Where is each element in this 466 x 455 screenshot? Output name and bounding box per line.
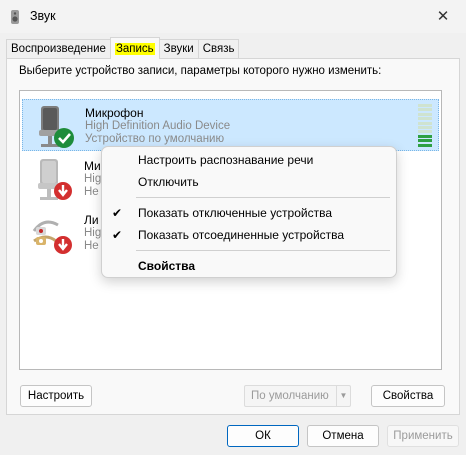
speaker-icon [11,10,19,24]
level-segment [418,134,432,138]
menu-item-label: Показать отсоединенные устройства [138,228,345,242]
checkmark-icon: ✔ [112,206,123,220]
device-description: Hig [84,173,102,185]
device-name: Микрофон [85,106,144,120]
line-in-icon [32,220,72,254]
microphone-icon [39,106,74,148]
level-segment [418,130,432,134]
context-menu: Настроить распознавание речи Отключить ✔… [101,146,397,278]
menu-separator [136,250,390,251]
device-name: Ми [84,159,101,173]
close-icon[interactable]: ✕ [430,4,456,28]
instruction-text: Выберите устройство записи, параметры ко… [19,65,382,77]
level-segment [418,139,432,143]
configure-button[interactable]: Настроить [20,385,92,407]
device-status: Устройство по умолчанию [85,133,225,145]
menu-item-disable[interactable]: Отключить [102,171,396,193]
properties-button[interactable]: Свойства [371,385,445,407]
microphone-icon [38,159,72,200]
menu-item-properties[interactable]: Свойства [102,255,396,277]
device-item-microphone-default[interactable]: Микрофон High Definition Audio Device Ус… [22,99,439,151]
device-status: Не [84,240,99,252]
menu-item-label: Свойства [138,259,196,273]
menu-item-label: Показать отключенные устройства [138,206,333,220]
device-description: Hig [84,227,102,239]
level-segment [418,108,432,112]
set-default-select-value: По умолчанию [251,390,329,402]
window-title: Звук [30,9,56,23]
level-segment [418,117,432,121]
tab-playback[interactable]: Воспроизведение [6,39,111,59]
tab-bar: Воспроизведение Запись Звуки Связь [6,37,240,59]
menu-separator [136,197,390,198]
menu-item-show-disconnected[interactable]: ✔ Показать отсоединенные устройства [102,224,396,246]
device-name: Ли [84,213,99,227]
ok-button[interactable]: ОК [227,425,299,447]
level-segment [418,126,432,129]
level-segment [418,121,432,125]
sound-dialog: Звук ✕ Воспроизведение Запись Звуки Связ… [0,0,466,455]
menu-item-label: Отключить [138,175,199,189]
cancel-button[interactable]: Отмена [307,425,379,447]
level-meter [418,104,434,148]
title-bar: Звук ✕ [0,0,466,33]
default-check-icon [54,128,74,148]
menu-item-label: Настроить распознавание речи [138,153,314,167]
level-segment [418,104,432,107]
apply-button[interactable]: Применить [387,425,459,447]
level-segment [418,112,432,116]
set-default-select[interactable]: По умолчанию ▼ [244,385,351,407]
device-description: High Definition Audio Device [85,120,231,132]
checkmark-icon: ✔ [112,228,123,242]
tab-recording[interactable]: Запись [109,37,160,59]
tab-sounds[interactable]: Звуки [158,39,199,59]
device-status: Не [84,186,99,198]
tab-communications[interactable]: Связь [197,39,240,59]
level-segment [418,143,432,147]
tab-recording-label: Запись [114,43,155,55]
menu-item-show-disabled[interactable]: ✔ Показать отключенные устройства [102,202,396,224]
menu-item-speech-recognition[interactable]: Настроить распознавание речи [102,149,396,171]
chevron-down-icon[interactable]: ▼ [336,386,350,406]
